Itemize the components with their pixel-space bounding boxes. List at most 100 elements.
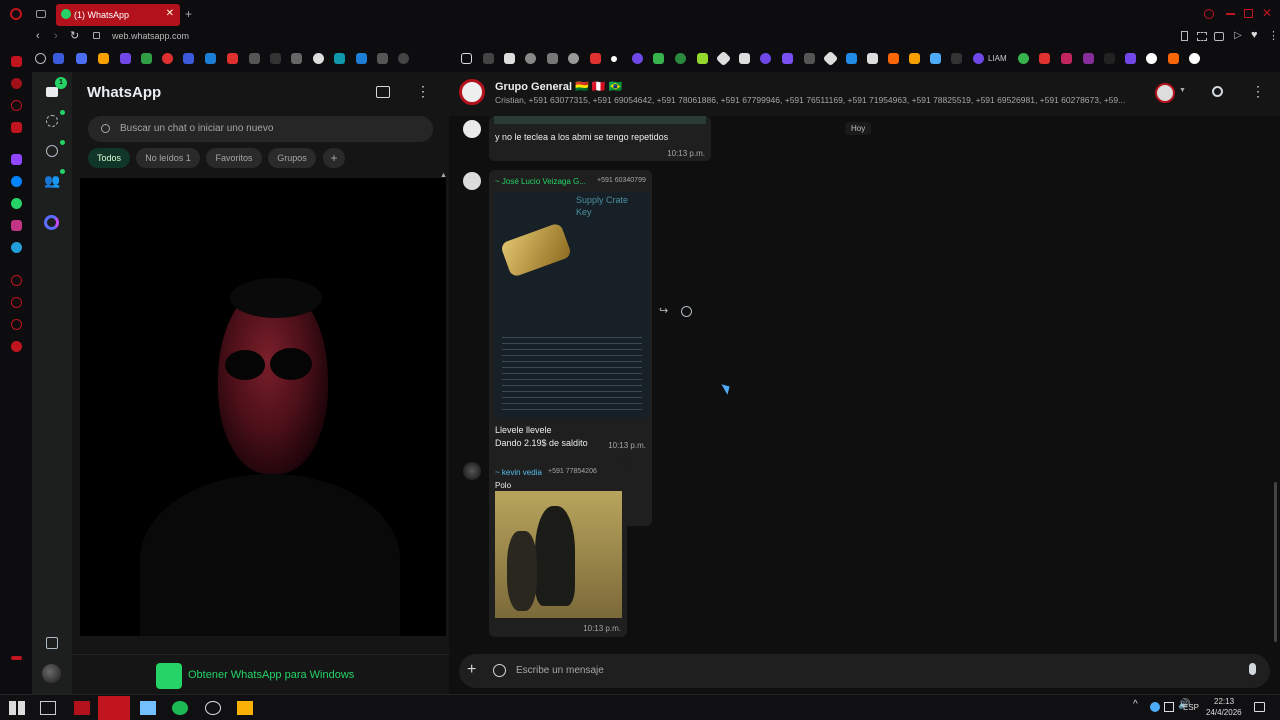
taskbar-app-3-icon[interactable]: [140, 701, 156, 715]
instagram-icon[interactable]: [11, 220, 22, 231]
bookmark-chatgpt-icon[interactable]: [313, 53, 324, 64]
bookmark-b21-icon[interactable]: [973, 53, 984, 64]
sidebar-more-icon[interactable]: [11, 656, 22, 660]
chevron-down-icon[interactable]: ▼: [1179, 87, 1186, 94]
tray-app-icon[interactable]: [1150, 702, 1160, 712]
clock-time[interactable]: 22:13: [1214, 697, 1234, 706]
bookmark-blue-icon[interactable]: [205, 53, 216, 64]
windows-start-icon[interactable]: [9, 701, 25, 715]
bookmark-meta2-icon[interactable]: [76, 53, 87, 64]
chat-menu-icon[interactable]: ⋮: [1251, 83, 1265, 100]
bookmark-af-icon[interactable]: [270, 53, 281, 64]
message-input[interactable]: Escribe un mensaje: [516, 665, 604, 676]
message-3-sender[interactable]: ~ kevin vedia: [495, 468, 542, 477]
bookmark-d-icon[interactable]: [356, 53, 367, 64]
vpn-icon[interactable]: [1214, 32, 1224, 41]
message-2-image[interactable]: Supply Crate Key: [494, 192, 650, 419]
bookmark-b25-icon[interactable]: [1125, 53, 1136, 64]
forward-icon[interactable]: ›: [54, 30, 58, 42]
bookmark-sq-icon[interactable]: [483, 53, 494, 64]
status-icon[interactable]: [44, 115, 60, 129]
bookmark-b1-icon[interactable]: [547, 53, 558, 64]
close-tab-icon[interactable]: ✕: [166, 8, 174, 19]
bookmark-google-icon[interactable]: [1146, 53, 1157, 64]
sender-avatar[interactable]: [463, 462, 481, 480]
tab-whatsapp[interactable]: (1) WhatsApp ✕: [56, 4, 180, 26]
bookmark-b2-icon[interactable]: [568, 53, 579, 64]
bookmark-pinterest-icon[interactable]: [162, 53, 173, 64]
spotify-icon[interactable]: [172, 701, 188, 715]
bookmark-c-icon[interactable]: [334, 53, 345, 64]
bookmark-b27-icon[interactable]: [1189, 53, 1200, 64]
group-avatar[interactable]: [459, 79, 485, 105]
taskbar-app-5-icon[interactable]: [205, 701, 221, 715]
sidebar-6-icon[interactable]: [11, 319, 22, 330]
taskbar-app-1-icon[interactable]: [74, 701, 90, 715]
call-avatar-button[interactable]: [1155, 83, 1175, 103]
bookmark-b13-icon[interactable]: [804, 53, 815, 64]
search-tabs-icon[interactable]: [1204, 9, 1214, 19]
telegram-icon[interactable]: [11, 242, 22, 253]
play-icon[interactable]: ▷: [1234, 30, 1242, 41]
bookmark-head-icon[interactable]: [525, 53, 536, 64]
sidebar-3-icon[interactable]: [11, 100, 22, 111]
bookmark-b24-icon[interactable]: [1083, 53, 1094, 64]
bookmark-gmail-icon[interactable]: [227, 53, 238, 64]
bookmark-b11-icon[interactable]: [760, 53, 771, 64]
network-icon[interactable]: [1164, 702, 1174, 712]
filter-no-leidos[interactable]: No leídos 1: [136, 148, 200, 168]
media-icon[interactable]: [44, 637, 60, 651]
bookmark-t-icon[interactable]: [183, 53, 194, 64]
back-icon[interactable]: ‹: [36, 30, 40, 42]
menu-icon[interactable]: ⋮: [1268, 29, 1279, 42]
twitch-icon[interactable]: [11, 154, 22, 165]
bookmark-grid-icon[interactable]: [461, 53, 472, 64]
history-icon[interactable]: [11, 297, 22, 308]
search-input[interactable]: Buscar un chat o iniciar uno nuevo: [88, 116, 433, 142]
notifications-icon[interactable]: [1254, 702, 1265, 712]
sidebar-2-icon[interactable]: [11, 78, 22, 89]
bookmark-tiktok-icon[interactable]: [1104, 53, 1115, 64]
bookmark-drive-icon[interactable]: [98, 53, 109, 64]
bookmark-b9-icon[interactable]: [715, 50, 732, 67]
url-field[interactable]: web.whatsapp.com: [112, 31, 189, 41]
search-chat-icon[interactable]: [1212, 86, 1223, 97]
aria-icon[interactable]: [11, 56, 22, 67]
attach-plus-icon[interactable]: +: [467, 661, 476, 679]
emoji-icon[interactable]: [493, 664, 506, 677]
whatsapp-icon[interactable]: [11, 198, 22, 209]
bookmark-e-icon[interactable]: [377, 53, 388, 64]
bookmark-grid2-icon[interactable]: [504, 53, 515, 64]
tab-switcher-icon[interactable]: [36, 10, 46, 18]
message-3[interactable]: ~ kevin vedia +591 77854206 Polo 10:13 p…: [489, 462, 627, 637]
bookmark-b7-icon[interactable]: [675, 53, 686, 64]
add-filter-button[interactable]: +: [323, 148, 345, 168]
minimize-button[interactable]: [1226, 13, 1235, 15]
tray-chevron-icon[interactable]: ^: [1133, 699, 1138, 710]
react-emoji-icon[interactable]: [681, 306, 692, 317]
bookmark-green-icon[interactable]: [141, 53, 152, 64]
filter-grupos[interactable]: Grupos: [268, 148, 316, 168]
message-2-sender[interactable]: ~ José Lucio Veizaga G...: [495, 177, 586, 186]
bookmark-gear-icon[interactable]: [35, 53, 46, 64]
bookmark-b8-icon[interactable]: [697, 53, 708, 64]
bookmark-b3-icon[interactable]: [590, 53, 601, 64]
new-chat-icon[interactable]: [376, 86, 390, 98]
filter-favoritos[interactable]: Favoritos: [206, 148, 262, 168]
filter-todos[interactable]: Todos: [88, 148, 130, 168]
sender-avatar[interactable]: [463, 120, 481, 138]
group-name[interactable]: Grupo General 🇧🇴 🇵🇪 🇧🇷: [495, 80, 622, 93]
bookmark-b20-icon[interactable]: [951, 53, 962, 64]
bookmark-meta-icon[interactable]: [53, 53, 64, 64]
bookmark-b15-icon[interactable]: [846, 53, 857, 64]
bookmark-b22-icon[interactable]: [1018, 53, 1029, 64]
forward-icon[interactable]: ↪: [659, 304, 668, 317]
bookmark-a-icon[interactable]: [398, 53, 409, 64]
language-indicator[interactable]: ESP: [1183, 703, 1199, 712]
message-1[interactable]: y no le teclea a los abmi se tengo repet…: [489, 116, 711, 161]
bookmark-b14-icon[interactable]: [822, 50, 839, 67]
taskbar-opera-active[interactable]: [98, 696, 130, 720]
bookmark-page-icon[interactable]: [1181, 31, 1188, 41]
message-3-image[interactable]: [495, 491, 622, 618]
heart-icon[interactable]: ♥: [1251, 29, 1258, 41]
